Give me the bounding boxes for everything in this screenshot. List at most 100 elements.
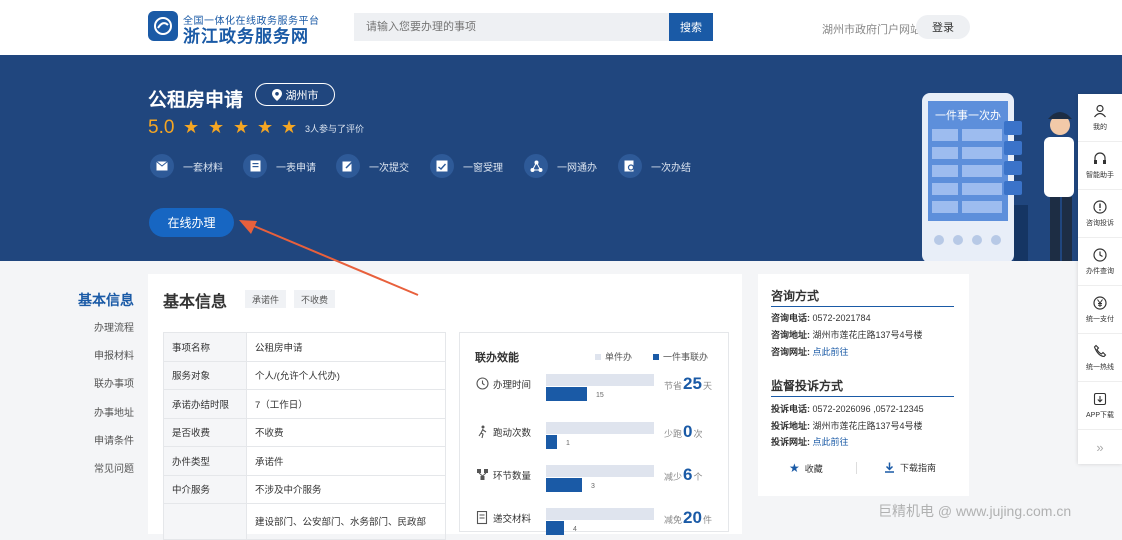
star-icon: ★ xyxy=(281,117,298,137)
rail-label: 咨询投诉 xyxy=(1086,219,1114,227)
row-key: 服务对象 xyxy=(163,360,247,390)
nav-item-process[interactable]: 办理流程 xyxy=(94,319,134,334)
feature-one-form: 一表申请 xyxy=(243,154,316,178)
download-guide-button[interactable]: 下载指南 xyxy=(884,461,936,474)
joint-value: 4 xyxy=(573,526,577,533)
nav-item-materials[interactable]: 申报材料 xyxy=(94,347,134,362)
rail-consult-complaint[interactable]: 咨询投诉 xyxy=(1078,190,1122,238)
single-bar xyxy=(546,465,654,477)
feature-label: 一表申请 xyxy=(276,162,316,174)
rail-collapse-button[interactable]: » xyxy=(1078,430,1122,464)
phone-icon xyxy=(1093,344,1107,357)
online-apply-button[interactable]: 在线办理 xyxy=(149,208,234,237)
complaint-website: 投诉网址: 点此前往 xyxy=(771,437,849,447)
joint-value: 1 xyxy=(566,440,570,447)
history-icon xyxy=(1093,247,1107,262)
feature-label: 一次办结 xyxy=(651,162,691,174)
rail-label: 统一热线 xyxy=(1086,363,1114,371)
clock-icon xyxy=(476,377,489,390)
login-button[interactable]: 登录 xyxy=(916,15,970,39)
metric-label: 跑动次数 xyxy=(493,428,532,439)
table-row: 事项名称 公租房申请 xyxy=(163,332,446,362)
search-button[interactable]: 搜索 xyxy=(669,13,713,41)
legend-joint: 一件事联办 xyxy=(653,350,708,363)
table-row: 中介服务 不涉及中介服务 xyxy=(163,474,446,504)
joint-bar xyxy=(546,435,557,449)
user-icon xyxy=(1094,104,1106,117)
row-key: 事项名称 xyxy=(163,332,247,362)
inbox-icon xyxy=(430,154,454,178)
row-value: 个人/(允许个人代办) xyxy=(246,360,446,390)
nav-item-address[interactable]: 办事地址 xyxy=(94,404,134,419)
warning-icon xyxy=(1093,199,1107,214)
edit-icon xyxy=(336,154,360,178)
joint-value: 3 xyxy=(591,483,595,490)
row-value: 不收费 xyxy=(246,417,446,447)
complaint-title: 监督投诉方式 xyxy=(771,379,844,393)
row-key: 是否收费 xyxy=(163,417,247,447)
feature-one-submit: 一次提交 xyxy=(336,154,409,178)
row-value: 承诺件 xyxy=(246,446,446,476)
feature-label: 一套材料 xyxy=(183,162,223,174)
feature-one-network: 一网通办 xyxy=(524,154,597,178)
rail-hotline[interactable]: 统一热线 xyxy=(1078,334,1122,382)
file-icon xyxy=(476,511,488,525)
network-icon xyxy=(524,154,548,178)
nav-title[interactable]: 基本信息 xyxy=(78,290,134,310)
saving-readout: 减免 20 件 xyxy=(664,508,712,527)
phone-illustration: 一件事一次办 xyxy=(922,93,1074,261)
rail-payment[interactable]: 统一支付 xyxy=(1078,286,1122,334)
rail-case-query[interactable]: 办件查询 xyxy=(1078,238,1122,286)
saving-readout: 节省 25 天 xyxy=(664,374,712,393)
rail-my-account[interactable]: 我的 xyxy=(1078,94,1122,142)
complaint-divider xyxy=(771,396,954,397)
search-input[interactable] xyxy=(354,13,669,41)
location-label: 湖州市 xyxy=(285,89,319,102)
action-divider xyxy=(856,462,857,474)
watermark: 巨精机电 @ www.jujing.com.cn xyxy=(878,503,1072,519)
table-row: 建设部门、公安部门、水务部门、民政部 xyxy=(163,503,446,540)
favorite-button[interactable]: ★ 收藏 xyxy=(789,461,823,475)
star-icon: ★ xyxy=(183,117,200,137)
row-key: 承诺办结时限 xyxy=(163,389,247,419)
envelope-icon xyxy=(150,154,174,178)
star-icon: ★ xyxy=(257,117,274,137)
download-icon xyxy=(1093,392,1107,405)
nav-item-conditions[interactable]: 申请条件 xyxy=(94,432,134,447)
feature-label: 一窗受理 xyxy=(463,162,503,174)
rail-label: 智能助手 xyxy=(1086,171,1114,179)
rail-app-download[interactable]: APP下载 xyxy=(1078,382,1122,430)
nav-item-joint[interactable]: 联办事项 xyxy=(94,375,134,390)
row-key: 办件类型 xyxy=(163,446,247,476)
table-row: 是否收费 不收费 xyxy=(163,417,446,447)
star-icon: ★ xyxy=(233,117,250,137)
complaint-link[interactable]: 点此前往 xyxy=(813,437,849,447)
chevron-double-right-icon: » xyxy=(1096,439,1104,455)
consult-address: 咨询地址: 湖州市莲花庄路137号4号楼 xyxy=(771,330,923,340)
consult-link[interactable]: 点此前往 xyxy=(813,347,849,357)
consult-divider xyxy=(771,306,954,307)
single-bar xyxy=(546,374,654,386)
info-section-title: 基本信息 xyxy=(163,294,228,311)
headset-icon xyxy=(1094,151,1106,164)
complaint-phone: 投诉电话: 0572-2026096 ,0572-12345 xyxy=(771,404,924,414)
rail-smart-assistant[interactable]: 智能助手 xyxy=(1078,142,1122,190)
row-value: 不涉及中介服务 xyxy=(246,474,446,504)
metric-label: 办理时间 xyxy=(493,380,532,391)
row-value: 建设部门、公安部门、水务部门、民政部 xyxy=(246,503,446,540)
logo-icon[interactable] xyxy=(148,11,178,41)
service-banner: 公租房申请 湖州市 5.0 ★ ★ ★ ★ ★ 3人参与了评价 一套材料 一表申… xyxy=(0,55,1122,261)
row-value: 7（工作日） xyxy=(246,389,446,419)
star-icon: ★ xyxy=(208,117,225,137)
feature-one-set-materials: 一套材料 xyxy=(150,154,223,178)
feature-label: 一次提交 xyxy=(369,162,409,174)
logo-title[interactable]: 浙江政务服务网 xyxy=(183,22,309,47)
nav-item-faq[interactable]: 常见问题 xyxy=(94,460,134,475)
saving-readout: 减少 6 个 xyxy=(664,465,703,484)
right-floating-toolbar: 我的 智能助手 咨询投诉 办件查询 统一支付 统一热线 APP下载 » xyxy=(1078,94,1122,464)
location-selector[interactable]: 湖州市 xyxy=(255,83,335,106)
nodes-icon xyxy=(477,469,488,480)
metric-label: 递交材料 xyxy=(493,514,532,525)
saving-readout: 少跑 0 次 xyxy=(664,422,703,441)
gov-portal-link[interactable]: 湖州市政府门户网站 xyxy=(822,21,921,37)
